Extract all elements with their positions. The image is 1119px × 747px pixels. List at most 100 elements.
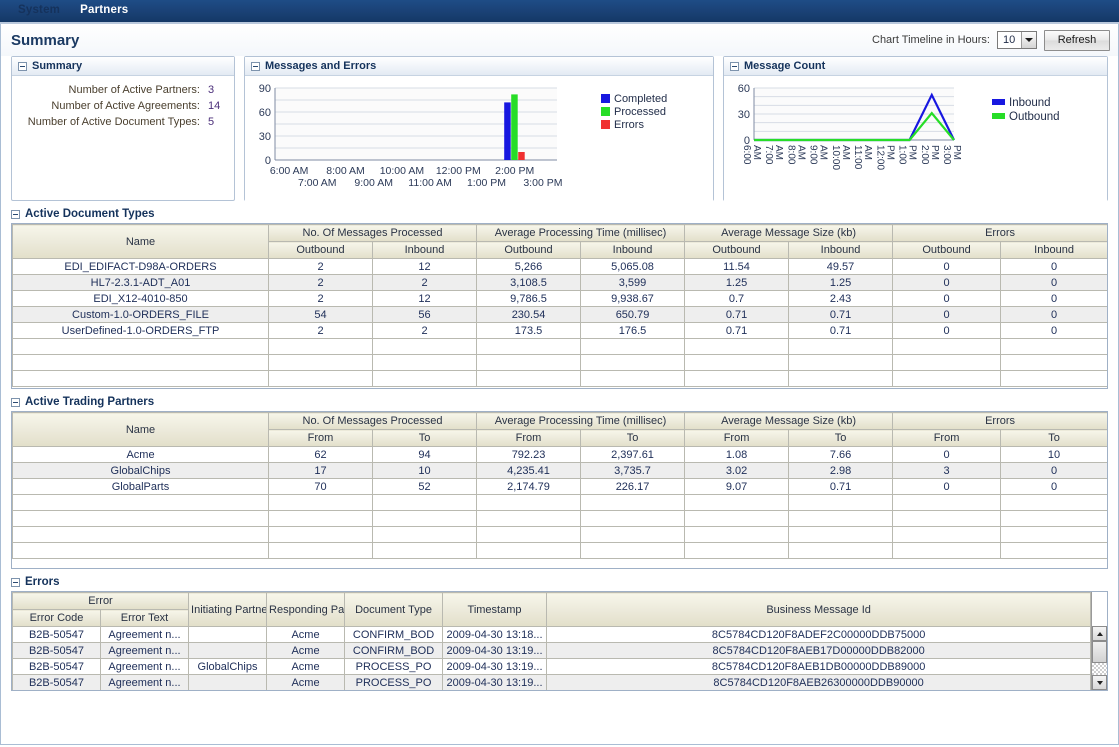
table-row[interactable]: GlobalParts 70 52 2,174.79 226.17 9.07 0.71 0 0 [12, 478, 1107, 495]
active-document-types-table-wrap: Name No. Of Messages Processed Average P… [11, 223, 1108, 389]
col-name[interactable]: Name [12, 224, 269, 259]
subcol-size-inbound[interactable]: Inbound [788, 241, 894, 259]
col-business-message-id[interactable]: Business Message Id [546, 592, 1092, 627]
summary-panel-header: Summary [12, 57, 234, 76]
filler-cell [892, 338, 1002, 355]
col-timestamp[interactable]: Timestamp [442, 592, 548, 627]
cell-initiating-partner [188, 674, 268, 690]
table-row[interactable]: EDI_X12-4010-850 2 12 9,786.5 9,938.67 0.7 2.4… [12, 290, 1107, 307]
subcol-err-from[interactable]: From [892, 429, 1002, 447]
cell-error-code: B2B-50547 [12, 674, 101, 690]
filler-cell [788, 370, 894, 387]
collapse-icon[interactable] [251, 61, 260, 71]
errors-vertical-scrollbar[interactable] [1091, 592, 1107, 690]
x-tick-label: AM8:00 [785, 145, 806, 165]
refresh-button[interactable]: Refresh [1044, 29, 1110, 51]
page-title: Summary [11, 31, 80, 49]
summary-row: Number of Active Agreements: 14 [12, 100, 224, 112]
col-name[interactable]: Name [12, 412, 269, 447]
scroll-up-icon[interactable] [1092, 626, 1107, 641]
summary-panel-title: Summary [32, 60, 83, 72]
scroll-down-icon[interactable] [1092, 675, 1107, 690]
collapse-icon[interactable] [11, 209, 20, 219]
filler-cell [268, 354, 373, 371]
table-row[interactable]: B2B-50547 Agreement n... Acme PROCESS_PO 200… [12, 674, 1092, 690]
table-row[interactable]: Acme 62 94 792.23 2,397.61 1.08 7.66 0 10 [12, 446, 1107, 463]
subcol-size-from[interactable]: From [684, 429, 790, 447]
chart-timeline-select[interactable]: 10 [997, 31, 1037, 49]
message-count-plot: 03060AM6:00 AM7:00 AM8:00 AM9:00 AM10:00 AM11… [738, 83, 1060, 170]
summary-row-value: 14 [208, 100, 221, 112]
subcol-err-to[interactable]: To [1000, 429, 1107, 447]
cell-err_out: 0 [892, 322, 1002, 339]
subcol-time-to[interactable]: To [580, 429, 686, 447]
cell-name: GlobalChips [12, 462, 269, 479]
errors-title-row: Errors [11, 576, 1108, 591]
subcol-error-text[interactable]: Error Text [99, 609, 190, 627]
table-row[interactable]: Custom-1.0-ORDERS_FILE 54 56 230.54 650.79 0.… [12, 306, 1107, 323]
summary-row-label: Number of Active Partners: [68, 84, 200, 96]
subcol-time-from[interactable]: From [476, 429, 582, 447]
collapse-icon[interactable] [11, 397, 20, 407]
filler-cell [371, 370, 478, 387]
x-tick-label: 8:00 AM [326, 165, 365, 177]
bar-completed [504, 102, 511, 160]
active-trading-partners-table-wrap: Name No. Of Messages Processed Average P… [11, 411, 1108, 569]
x-tick-label: 9:00 AM [354, 177, 393, 189]
filler-cell [12, 494, 269, 511]
cell-time_to: 226.17 [580, 478, 686, 495]
scrollbar-track[interactable] [1092, 663, 1107, 675]
cell-error-text: Agreement n... [99, 642, 190, 659]
cell-err_in: 0 [1000, 258, 1107, 275]
table-row[interactable]: B2B-50547 Agreement n... Acme CONFIRM_BOD 20… [12, 642, 1092, 659]
subcol-time-inbound[interactable]: Inbound [580, 241, 686, 259]
subcol-size-outbound[interactable]: Outbound [684, 241, 790, 259]
cell-err_in: 0 [1000, 290, 1107, 307]
tab-system[interactable]: System [6, 0, 74, 22]
subcol-time-outbound[interactable]: Outbound [476, 241, 582, 259]
subcol-error-code[interactable]: Error Code [12, 609, 101, 627]
errors-table: Error Initiating Partner Responding Part… [12, 592, 1092, 690]
tab-partners[interactable]: Partners [68, 0, 143, 22]
table-row[interactable]: B2B-50547 Agreement n... Acme CONFIRM_BOD 20… [12, 626, 1092, 643]
filler-cell [1000, 510, 1107, 527]
col-initiating-partner[interactable]: Initiating Partner [188, 592, 268, 627]
table-row[interactable]: B2B-50547 Agreement n... GlobalChips Acme PR… [12, 658, 1092, 675]
subcol-msg-to[interactable]: To [371, 429, 478, 447]
y-tick-label: 90 [259, 83, 271, 95]
filler-cell [371, 494, 478, 511]
cell-time_out: 230.54 [476, 306, 582, 323]
col-document-type[interactable]: Document Type [344, 592, 444, 627]
svg-text:7:00: 7:00 [763, 145, 774, 165]
filler-cell [684, 370, 790, 387]
x-tick-label: 10:00 AM [380, 165, 424, 177]
collapse-icon[interactable] [11, 577, 20, 587]
table-row[interactable]: GlobalChips 17 10 4,235.41 3,735.7 3.02 2.98 3 0 [12, 462, 1107, 479]
cell-msg_in: 56 [371, 306, 478, 323]
cell-time_in: 3,599 [580, 274, 686, 291]
subcol-err-outbound[interactable]: Outbound [892, 241, 1002, 259]
cell-size_from: 3.02 [684, 462, 790, 479]
cell-timestamp: 2009-04-30 13:18... [442, 626, 548, 643]
x-tick-label: 7:00 AM [298, 177, 337, 189]
table-row[interactable]: UserDefined-1.0-ORDERS_FTP 2 2 173.5 176.5 0.… [12, 322, 1107, 339]
table-row[interactable]: HL7-2.3.1-ADT_A01 2 2 3,108.5 3,599 1.25 1.25 0… [12, 274, 1107, 291]
filler-cell [788, 338, 894, 355]
subcol-size-to[interactable]: To [788, 429, 894, 447]
subcol-err-inbound[interactable]: Inbound [1000, 241, 1107, 259]
cell-size_out: 11.54 [684, 258, 790, 275]
filler-cell [1000, 370, 1107, 387]
table-row[interactable]: EDI_EDIFACT-D98A-ORDERS 2 12 5,266 5,065.08 1… [12, 258, 1107, 275]
subcol-msg-inbound[interactable]: Inbound [371, 241, 478, 259]
scrollbar-thumb[interactable] [1092, 641, 1107, 663]
subcol-msg-outbound[interactable]: Outbound [268, 241, 373, 259]
subcol-msg-from[interactable]: From [268, 429, 373, 447]
cell-msg_out: 2 [268, 290, 373, 307]
filler-cell [1000, 526, 1107, 543]
cell-business-message-id: 8C5784CD120F8ADEF2C00000DDB75000 [546, 626, 1092, 643]
message-count-title: Message Count [744, 60, 826, 72]
col-responding-partner[interactable]: Responding Partner [266, 592, 346, 627]
chart-timeline-label: Chart Timeline in Hours: [872, 34, 990, 46]
collapse-icon[interactable] [730, 61, 739, 71]
collapse-icon[interactable] [18, 61, 27, 71]
